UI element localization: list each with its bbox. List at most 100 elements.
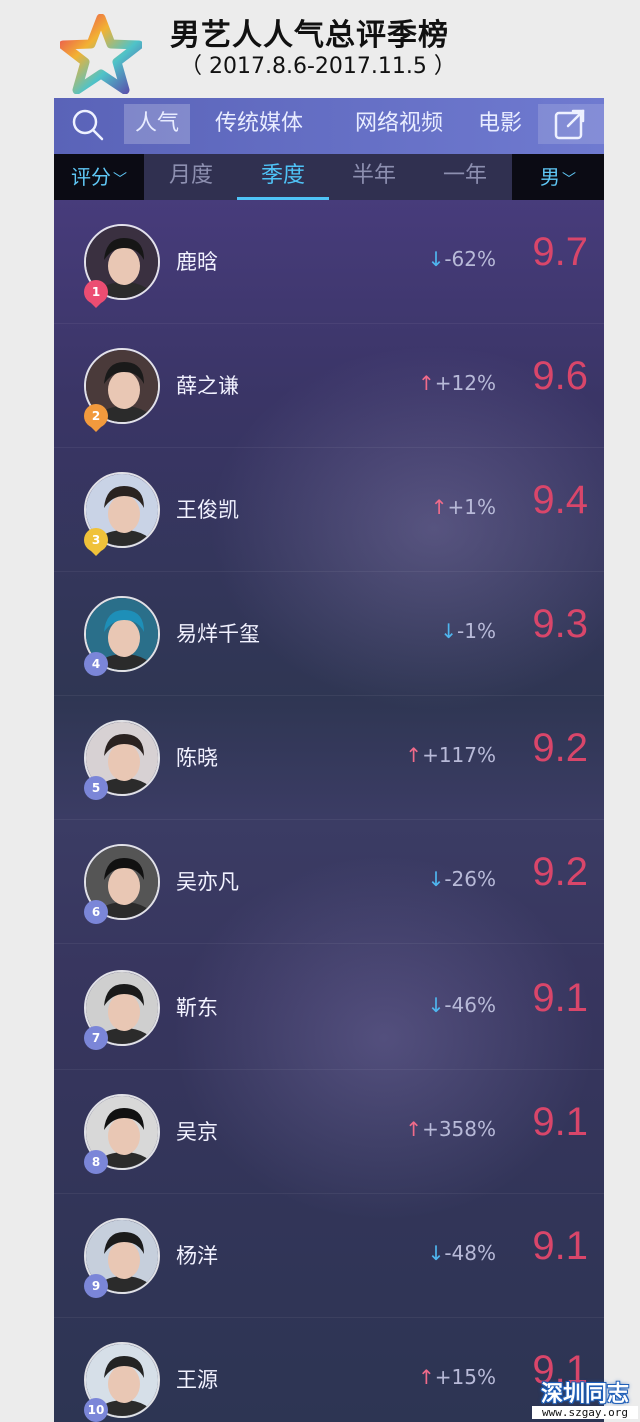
score: 9.2 — [532, 850, 588, 894]
change-indicator: ↓-48% — [428, 1241, 496, 1265]
artist-name: 鹿晗 — [176, 250, 218, 274]
artist-name: 杨洋 — [176, 1244, 218, 1268]
score: 9.1 — [532, 976, 588, 1020]
arrow-up-icon: ↑ — [418, 1365, 435, 1389]
artist-name: 吴亦凡 — [176, 870, 239, 894]
artist-name: 靳东 — [176, 996, 218, 1020]
artist-name: 吴京 — [176, 1120, 218, 1144]
artist-name: 王源 — [176, 1368, 218, 1392]
artist-name: 易烊千玺 — [176, 622, 260, 646]
score: 9.1 — [532, 1100, 588, 1144]
rating-dropdown[interactable]: 评分 ﹀ — [54, 154, 144, 200]
list-item[interactable]: 2 薛之谦 ↑+12% 9.6 — [54, 324, 604, 448]
rank-number: 7 — [91, 1031, 101, 1045]
change-indicator: ↑+358% — [405, 1117, 496, 1141]
change-indicator: ↑+15% — [418, 1365, 496, 1389]
change-percent: +117% — [422, 743, 496, 767]
rank-number: 4 — [91, 657, 101, 671]
list-item[interactable]: 3 王俊凯 ↑+1% 9.4 — [54, 448, 604, 572]
rank-badge: 9 — [84, 1274, 108, 1298]
change-percent: -46% — [444, 993, 496, 1017]
rank-number: 2 — [91, 409, 101, 423]
score: 9.3 — [532, 602, 588, 646]
rank-badge: 10 — [84, 1398, 108, 1422]
rank-badge: 7 — [84, 1026, 108, 1050]
tab-traditional-media[interactable]: 传统媒体 — [204, 104, 314, 144]
chevron-down-icon: ﹀ — [113, 172, 127, 188]
rank-badge: 2 — [84, 404, 108, 432]
period-nav: 评分 ﹀ 月度 季度 半年 一年 男 ﹀ — [54, 154, 604, 200]
tab-one-year[interactable]: 一年 — [420, 154, 510, 200]
page-header: 男艺人人气总评季榜 （ 2017.8.6-2017.11.5 ） — [0, 0, 640, 100]
rank-number: 5 — [91, 781, 101, 795]
list-item[interactable]: 9 杨洋 ↓-48% 9.1 — [54, 1194, 604, 1318]
rank-number: 10 — [87, 1403, 105, 1417]
change-indicator: ↓-1% — [440, 619, 496, 643]
tab-monthly[interactable]: 月度 — [146, 154, 236, 200]
rank-badge: 5 — [84, 776, 108, 800]
change-percent: +358% — [422, 1117, 496, 1141]
search-icon[interactable] — [70, 107, 106, 143]
list-item[interactable]: 5 陈晓 ↑+117% 9.2 — [54, 696, 604, 820]
rank-badge: 1 — [84, 280, 108, 308]
rank-badge: 6 — [84, 900, 108, 924]
arrow-up-icon: ↑ — [405, 1117, 423, 1141]
date-range: （ 2017.8.6-2017.11.5 ） — [180, 54, 456, 79]
watermark: 深圳同志 www.szgay.org — [530, 1376, 640, 1422]
arrow-down-icon: ↓ — [427, 867, 445, 891]
arrow-down-icon: ↓ — [427, 1241, 445, 1265]
score: 9.1 — [532, 1224, 588, 1268]
rating-dropdown-label: 评分 — [71, 165, 111, 189]
tab-quarterly[interactable]: 季度 — [237, 154, 329, 200]
score: 9.2 — [532, 726, 588, 770]
star-logo-icon — [60, 14, 142, 94]
artist-name: 薛之谦 — [176, 374, 239, 398]
app-screen: 人气 传统媒体 网络视频 电影 评分 ﹀ 月度 季度 半年 一年 男 ﹀ 1 鹿晗 ↓-… — [54, 98, 604, 1422]
artist-name: 陈晓 — [176, 746, 218, 770]
score: 9.4 — [532, 478, 588, 522]
change-indicator: ↓-26% — [428, 867, 496, 891]
change-indicator: ↓-46% — [428, 993, 496, 1017]
top-nav: 人气 传统媒体 网络视频 电影 — [54, 98, 604, 154]
list-item[interactable]: 10 王源 ↑+15% 9.1 — [54, 1318, 604, 1422]
score: 9.6 — [532, 354, 588, 398]
change-indicator: ↑+117% — [405, 743, 496, 767]
rank-number: 6 — [91, 905, 101, 919]
tab-half-year[interactable]: 半年 — [329, 154, 419, 200]
change-percent: -1% — [457, 619, 496, 643]
rank-number: 8 — [91, 1155, 101, 1169]
score: 9.7 — [532, 230, 588, 274]
change-percent: -62% — [444, 247, 496, 271]
list-item[interactable]: 7 靳东 ↓-46% 9.1 — [54, 946, 604, 1070]
rank-number: 1 — [91, 285, 101, 299]
change-percent: -26% — [444, 867, 496, 891]
tab-online-video[interactable]: 网络视频 — [344, 104, 454, 144]
rank-badge: 8 — [84, 1150, 108, 1174]
arrow-up-icon: ↑ — [430, 495, 448, 519]
share-button[interactable] — [538, 104, 604, 144]
change-percent: +12% — [434, 371, 496, 395]
change-indicator: ↑+12% — [418, 371, 496, 395]
gender-dropdown-label: 男 — [540, 165, 560, 189]
gender-dropdown[interactable]: 男 ﹀ — [512, 154, 604, 200]
rank-number: 3 — [91, 533, 101, 547]
arrow-up-icon: ↑ — [418, 371, 435, 395]
list-item[interactable]: 6 吴亦凡 ↓-26% 9.2 — [54, 820, 604, 944]
change-percent: +1% — [447, 495, 497, 519]
rank-number: 9 — [91, 1279, 101, 1293]
arrow-up-icon: ↑ — [405, 743, 423, 767]
list-item[interactable]: 4 易烊千玺 ↓-1% 9.3 — [54, 572, 604, 696]
rank-badge: 3 — [84, 528, 108, 556]
artist-name: 王俊凯 — [176, 498, 239, 522]
watermark-url: www.szgay.org — [532, 1406, 638, 1419]
tab-popularity[interactable]: 人气 — [124, 104, 190, 144]
change-percent: +15% — [434, 1365, 496, 1389]
tab-movie[interactable]: 电影 — [472, 104, 528, 144]
list-item[interactable]: 8 吴京 ↑+358% 9.1 — [54, 1070, 604, 1194]
list-item[interactable]: 1 鹿晗 ↓-62% 9.7 — [54, 200, 604, 324]
arrow-down-icon: ↓ — [427, 993, 445, 1017]
share-icon — [554, 109, 585, 140]
watermark-text: 深圳同志 — [540, 1382, 629, 1407]
arrow-down-icon: ↓ — [440, 619, 458, 643]
change-percent: -48% — [444, 1241, 496, 1265]
